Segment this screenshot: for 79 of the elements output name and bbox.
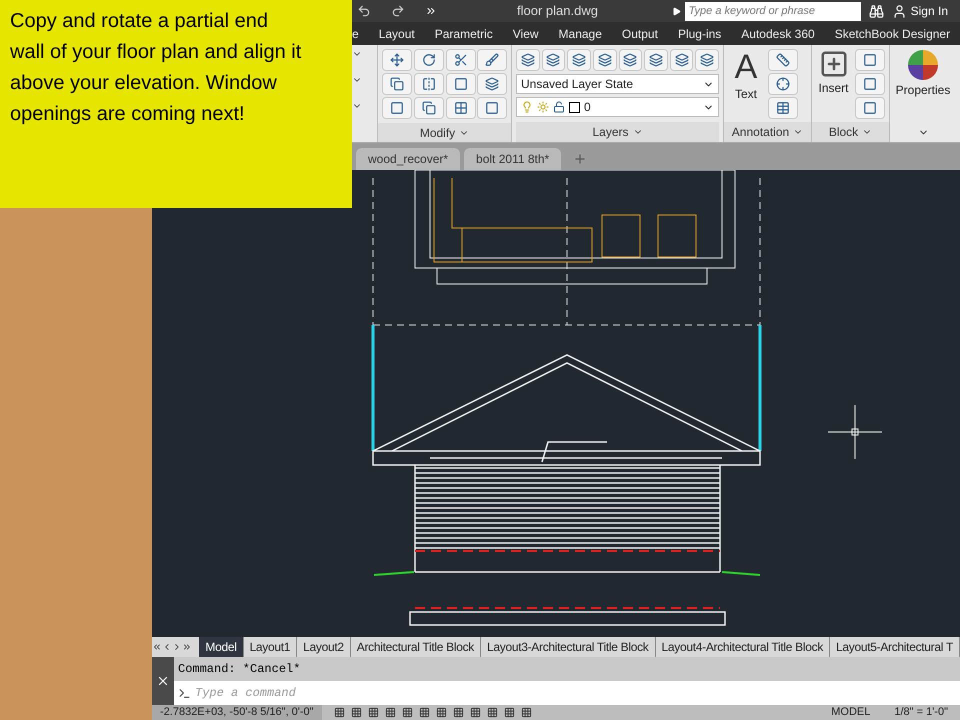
ribbon-tab[interactable]: SketchBook Designer (834, 24, 950, 42)
binoculars-icon[interactable] (868, 4, 884, 18)
drafting-toggle-icon[interactable] (470, 707, 481, 718)
user-icon[interactable] (892, 4, 907, 18)
layer-tool-icon[interactable] (516, 49, 540, 71)
coordinates: -2.7832E+03, -50'-8 5/16", 0'-0" (152, 705, 322, 720)
color-wheel-icon (906, 49, 939, 81)
ribbon-tab[interactable]: Parametric (434, 24, 493, 42)
drafting-toggle-icon[interactable] (436, 707, 447, 718)
layer-tool-icon[interactable] (670, 49, 694, 71)
ribbon-tab[interactable]: Plug-ins (678, 24, 722, 42)
text-glyph-icon: A (734, 49, 758, 85)
table-icon[interactable] (768, 97, 798, 119)
prompt-icon (178, 686, 191, 700)
redo-icon[interactable] (391, 4, 405, 18)
file-tab[interactable]: wood_recover* (356, 148, 460, 170)
panel-title[interactable]: Layers (516, 122, 719, 142)
command-input[interactable]: Type a command (195, 684, 956, 702)
ribbon-tab[interactable]: e (352, 24, 359, 42)
array-icon[interactable] (446, 97, 476, 119)
more-icon[interactable] (425, 5, 437, 17)
drafting-toggle-icon[interactable] (418, 707, 430, 718)
caption-text: Copy and rotate a partial end wall of your floor plan and align it above your elevation. Window openings are coming next! (10, 9, 302, 127)
mirror-icon[interactable] (414, 73, 444, 95)
ribbon-tab[interactable]: View (512, 24, 539, 42)
insert-block-icon (818, 49, 848, 79)
layer-tool-icon[interactable] (644, 49, 668, 71)
rotate-icon[interactable] (414, 49, 444, 71)
panel-title[interactable]: Modify (378, 123, 511, 142)
annotation-scale: 1/8" = 1'-0" (894, 705, 948, 720)
drafting-toggle-icon[interactable] (384, 707, 396, 718)
stack-icon[interactable] (477, 73, 508, 95)
drafting-toggle-icon[interactable] (504, 707, 515, 718)
command-field[interactable]: Type a command (174, 681, 960, 705)
ribbon-tab[interactable]: Output (622, 24, 658, 42)
ribbon-tab[interactable]: Layout (378, 24, 415, 42)
drafting-toggle-icon[interactable] (452, 707, 464, 718)
drafting-toggle-icon[interactable] (368, 707, 379, 718)
properties-tool[interactable]: Properties (896, 49, 950, 99)
drafting-toggle-icon[interactable] (350, 707, 362, 718)
scale-icon[interactable] (414, 97, 444, 119)
unlock-icon (553, 101, 565, 113)
layer-tool-icon[interactable] (567, 49, 591, 71)
sign-in-link[interactable]: Sign In (910, 2, 948, 20)
file-tab[interactable]: bolt 2011 8th* (464, 148, 562, 170)
layer-tool-icon[interactable] (618, 49, 642, 71)
trim-icon[interactable] (446, 49, 476, 71)
panel-title[interactable]: Annotation (724, 122, 811, 142)
ribbon-tab[interactable]: Manage (558, 24, 602, 42)
sun-icon (537, 101, 549, 113)
expand-arrow-icon[interactable] (672, 6, 681, 16)
panel-title[interactable]: Block (812, 122, 889, 142)
layer-tool-icon[interactable] (542, 49, 566, 71)
undo-icon[interactable] (357, 4, 371, 18)
move-icon[interactable] (382, 49, 412, 71)
drafting-toggle-icon[interactable] (334, 707, 345, 718)
drafting-toggle-icon[interactable] (520, 707, 532, 718)
dimension-icon[interactable] (768, 49, 798, 71)
command-history: Command: *Cancel* (174, 657, 960, 681)
drafting-toggle-icon[interactable] (486, 707, 498, 718)
search-field[interactable]: Type a keyword or phrase (684, 2, 861, 20)
ribbon-tab[interactable]: Autodesk 360 (741, 24, 815, 42)
close-icon[interactable] (156, 674, 170, 688)
lightbulb-icon (521, 101, 533, 113)
layer-tool-icon[interactable] (592, 49, 616, 71)
space-indicator: MODEL (831, 705, 870, 720)
copy-icon[interactable] (382, 73, 412, 95)
text-tool[interactable]: A Text (728, 49, 764, 119)
insert-tool[interactable]: Insert (816, 49, 851, 119)
drafting-toggle-icon[interactable] (402, 707, 413, 718)
crosshair-cursor-icon (828, 405, 882, 459)
color-swatch (569, 102, 580, 112)
new-tab-icon[interactable] (573, 152, 588, 166)
layer-dropdown[interactable]: 0 (516, 97, 719, 117)
window-title: floor plan.dwg (517, 2, 598, 20)
sheet-tab[interactable]: Model (199, 637, 244, 657)
layer-tool-icon[interactable] (695, 49, 719, 71)
layer-state-dropdown[interactable]: Unsaved Layer State (516, 74, 719, 94)
brush-icon[interactable] (477, 49, 508, 71)
